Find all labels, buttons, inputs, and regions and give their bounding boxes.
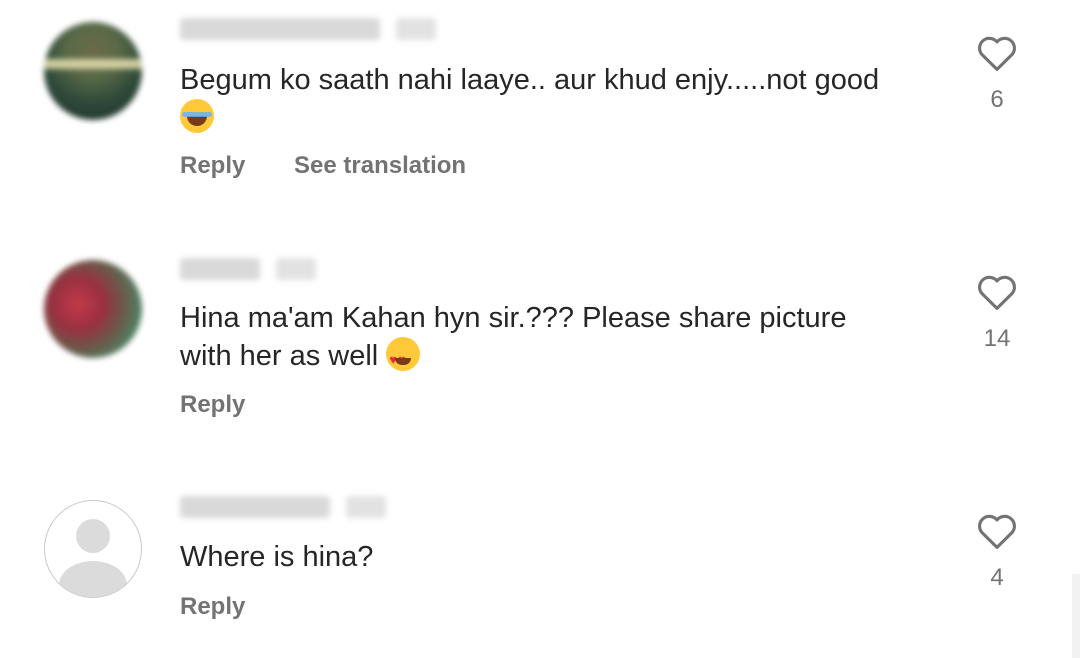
comment-text-body: Where is hina? xyxy=(180,541,374,573)
comment-text: Where is hina? xyxy=(180,539,940,576)
comment-text: Hina ma'am Kahan hyn sir.??? Please shar… xyxy=(180,300,900,378)
avatar-body-shape xyxy=(59,561,127,597)
timestamp-blurred xyxy=(396,18,436,40)
like-count: 6 xyxy=(990,86,1004,113)
reply-button[interactable]: Reply xyxy=(180,593,245,620)
heart-outline-icon[interactable] xyxy=(976,34,1018,72)
comment-actions: Reply xyxy=(180,391,287,419)
username-blurred[interactable] xyxy=(180,496,386,518)
comment-text: Begum ko saath nahi laaye.. aur khud enj… xyxy=(180,62,940,137)
avatar[interactable] xyxy=(44,260,142,358)
like-control: 14 xyxy=(972,273,1022,353)
heart-outline-icon[interactable] xyxy=(976,273,1018,311)
reply-button[interactable]: Reply xyxy=(180,152,245,179)
heart-eyes-emoji-icon xyxy=(386,337,421,378)
like-count: 4 xyxy=(990,564,1004,591)
comment-actions: Reply xyxy=(180,593,287,621)
timestamp-blurred xyxy=(346,496,386,518)
see-translation-button[interactable]: See translation xyxy=(294,152,466,179)
like-count: 14 xyxy=(983,325,1011,352)
avatar[interactable] xyxy=(44,22,142,120)
default-avatar-icon[interactable] xyxy=(44,500,142,598)
like-control: 4 xyxy=(972,512,1022,592)
avatar-head-shape xyxy=(76,519,110,553)
like-control: 6 xyxy=(972,34,1022,114)
username-blurred[interactable] xyxy=(180,258,316,280)
comment-actions: Reply See translation xyxy=(180,152,508,180)
laughing-emoji-icon xyxy=(180,99,214,133)
comment-text-body: Hina ma'am Kahan hyn sir.??? Please shar… xyxy=(180,302,847,372)
username-blurred[interactable] xyxy=(180,18,436,40)
reply-button[interactable]: Reply xyxy=(180,391,245,418)
timestamp-blurred xyxy=(276,258,316,280)
scroll-edge xyxy=(1072,574,1080,658)
comment-text-body: Begum ko saath nahi laaye.. aur khud enj… xyxy=(180,64,880,96)
heart-outline-icon[interactable] xyxy=(976,512,1018,550)
